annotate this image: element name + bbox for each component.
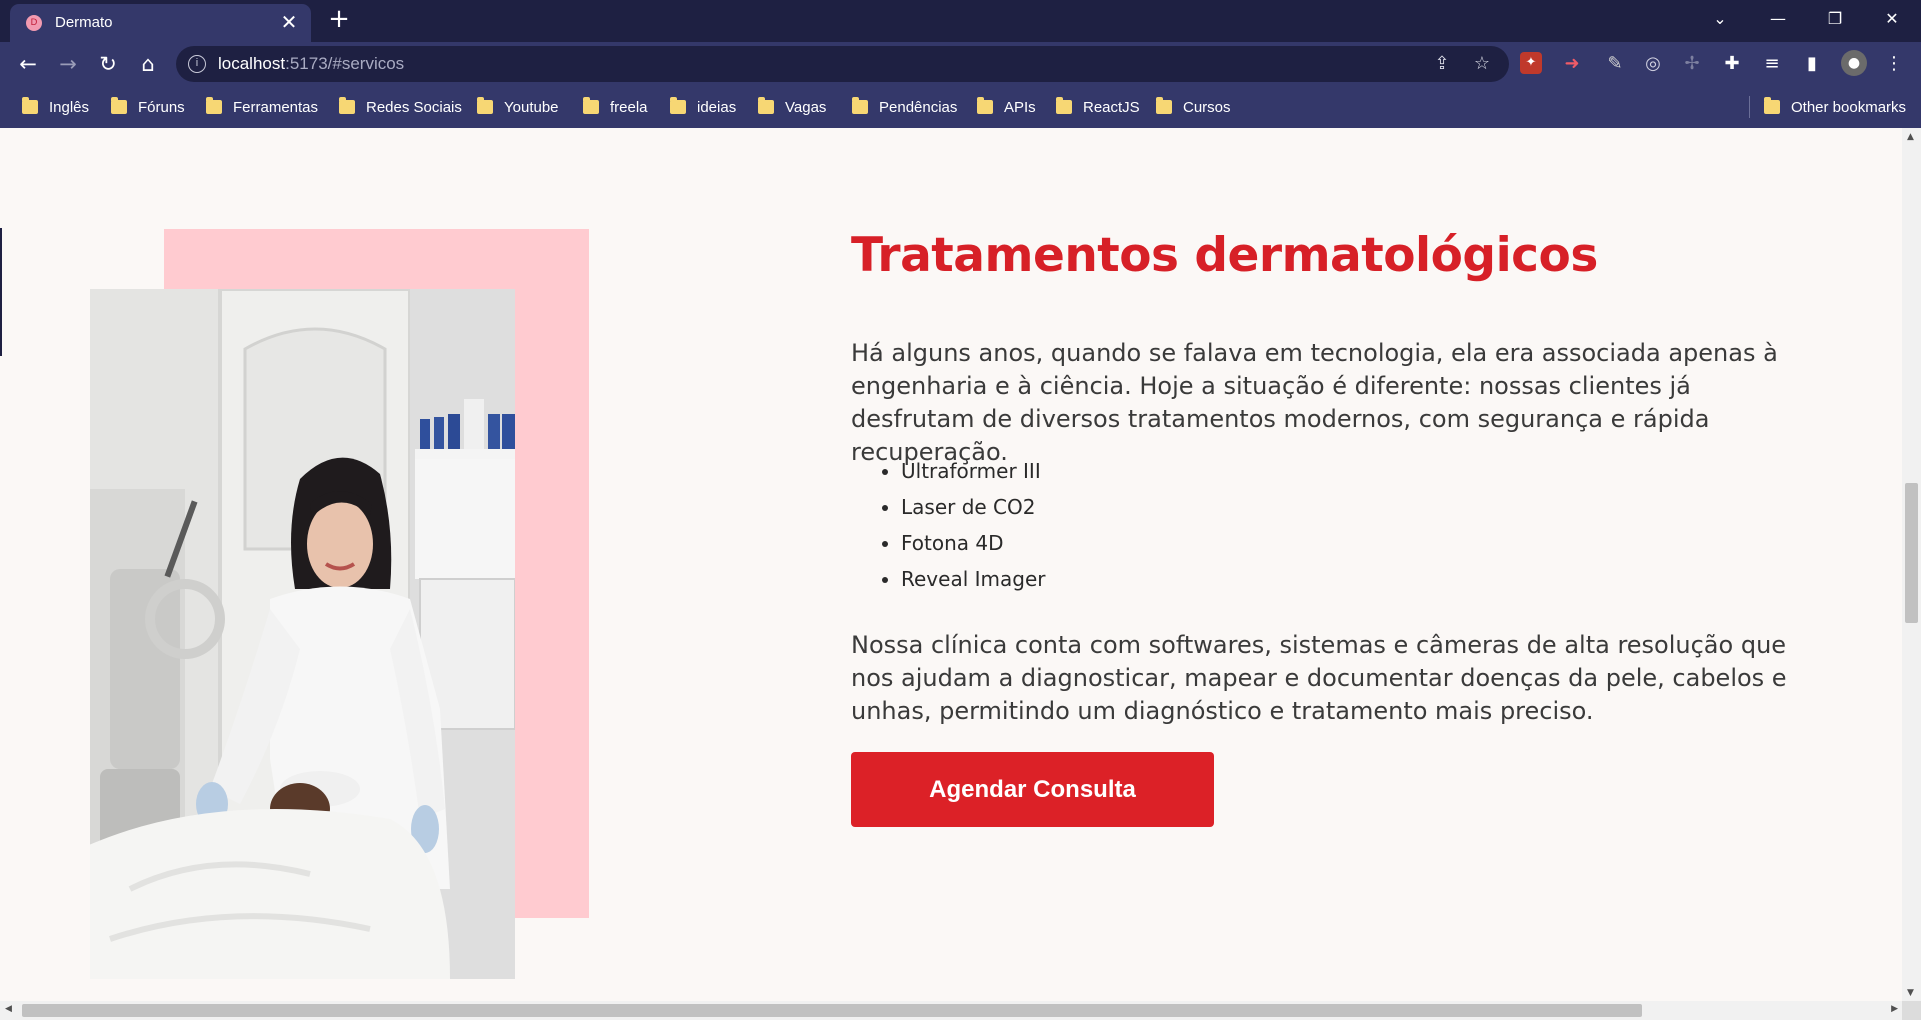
bookmark-folder[interactable]: Ferramentas — [206, 96, 318, 118]
bookmark-folder[interactable]: Fóruns — [111, 96, 185, 118]
restore-button[interactable]: ❐ — [1811, 0, 1859, 38]
bookmarks-divider — [1749, 96, 1750, 118]
minimize-button[interactable]: — — [1754, 0, 1802, 38]
folder-icon — [583, 97, 599, 114]
page-edge-mark — [0, 228, 2, 356]
folder-icon — [206, 97, 222, 114]
folder-icon — [758, 97, 774, 114]
scroll-left-icon[interactable]: ◀ — [5, 1004, 12, 1014]
star-bookmark-icon[interactable]: ☆ — [1470, 52, 1494, 76]
clinic-photo-illustration — [90, 289, 515, 979]
home-button[interactable]: ⌂ — [132, 48, 164, 80]
scrollbar-corner — [1902, 1001, 1921, 1020]
address-bar[interactable]: i localhost:5173/#servicos ⇪ ☆ — [176, 46, 1509, 82]
browser-menu-icon[interactable]: ⋮ — [1882, 52, 1906, 76]
tab-favicon-icon: D — [26, 15, 42, 31]
profile-avatar[interactable]: ● — [1841, 50, 1867, 76]
media-control-icon[interactable]: ≡ — [1760, 52, 1784, 76]
list-item: Laser de CO2 — [901, 489, 1045, 525]
technology-paragraph: Nossa clínica conta com softwares, siste… — [851, 631, 1787, 725]
browser-toolbar: ← → ↻ ⌂ i localhost:5173/#servicos ⇪ ☆ ✦… — [0, 42, 1921, 86]
bookmark-folder[interactable]: Vagas — [758, 96, 826, 118]
site-info-icon[interactable]: i — [188, 55, 206, 73]
folder-icon — [477, 97, 493, 114]
close-window-button[interactable]: ✕ — [1868, 0, 1916, 38]
schedule-appointment-button[interactable]: Agendar Consulta — [851, 752, 1214, 827]
bookmark-folder[interactable]: ReactJS — [1056, 96, 1140, 118]
extension-pen-icon[interactable]: ✎ — [1603, 52, 1627, 76]
bookmark-folder[interactable]: Redes Sociais — [339, 96, 462, 118]
url-text[interactable]: localhost:5173/#servicos — [218, 54, 404, 74]
bookmark-folder[interactable]: freela — [583, 96, 648, 118]
folder-icon — [1056, 97, 1072, 114]
folder-icon — [1156, 97, 1172, 114]
new-tab-button[interactable]: + — [325, 5, 353, 33]
reload-button[interactable]: ↻ — [92, 48, 124, 80]
forward-button[interactable]: → — [52, 48, 84, 80]
bookmark-folder[interactable]: Youtube — [477, 96, 559, 118]
extension-target-icon[interactable]: ◎ — [1641, 52, 1665, 76]
scroll-right-icon[interactable]: ▶ — [1891, 1004, 1898, 1014]
share-icon[interactable]: ⇪ — [1430, 52, 1454, 76]
back-button[interactable]: ← — [12, 48, 44, 80]
other-bookmarks-folder[interactable]: Other bookmarks — [1764, 96, 1906, 118]
vertical-scrollbar[interactable]: ▲ ▼ — [1902, 128, 1921, 1001]
bookmark-folder[interactable]: APIs — [977, 96, 1036, 118]
tab-close-icon[interactable]: ✕ — [277, 10, 301, 34]
browser-tab[interactable]: D Dermato ✕ — [10, 4, 311, 42]
side-panel-icon[interactable]: ▮ — [1800, 52, 1824, 76]
folder-icon — [339, 97, 355, 114]
tab-search-button[interactable]: ⌄ — [1696, 0, 1744, 38]
folder-icon — [977, 97, 993, 114]
horizontal-scrollbar[interactable]: ◀ ▶ — [0, 1001, 1902, 1020]
extension-red-icon[interactable]: ✦ — [1520, 52, 1542, 74]
extensions-puzzle-icon[interactable]: ✚ — [1720, 52, 1744, 76]
bookmark-folder[interactable]: ideias — [670, 96, 736, 118]
tab-strip: D Dermato ✕ + ⌄ — ❐ ✕ — [0, 0, 1921, 42]
folder-icon — [111, 97, 127, 114]
bookmark-folder[interactable]: Cursos — [1156, 96, 1231, 118]
list-item: Ultraformer III — [901, 453, 1045, 489]
folder-icon — [670, 97, 686, 114]
scroll-up-icon[interactable]: ▲ — [1907, 132, 1914, 142]
extension-ruler-icon[interactable]: ✢ — [1680, 52, 1704, 76]
bookmark-folder[interactable]: Pendências — [852, 96, 957, 118]
horizontal-scroll-thumb[interactable] — [22, 1004, 1642, 1017]
extension-video-icon[interactable]: ➜ — [1560, 52, 1584, 76]
services-section: Tratamentos dermatológicos Há alguns ano… — [0, 128, 1902, 1001]
vertical-scroll-thumb[interactable] — [1905, 483, 1918, 623]
treatments-list: Ultraformer III Laser de CO2 Fotona 4D R… — [851, 453, 1045, 597]
tab-title: Dermato — [55, 14, 113, 31]
scroll-down-icon[interactable]: ▼ — [1907, 988, 1914, 998]
list-item: Reveal Imager — [901, 561, 1045, 597]
section-title: Tratamentos dermatológicos — [851, 228, 1598, 283]
folder-icon — [22, 97, 38, 114]
folder-icon — [852, 97, 868, 114]
list-item: Fotona 4D — [901, 525, 1045, 561]
bookmark-folder[interactable]: Inglês — [22, 96, 89, 118]
folder-icon — [1764, 97, 1780, 114]
bookmarks-bar: Inglês Fóruns Ferramentas Redes Sociais … — [0, 86, 1921, 128]
intro-paragraph: Há alguns anos, quando se falava em tecn… — [851, 339, 1778, 466]
clinic-photo — [90, 289, 515, 979]
